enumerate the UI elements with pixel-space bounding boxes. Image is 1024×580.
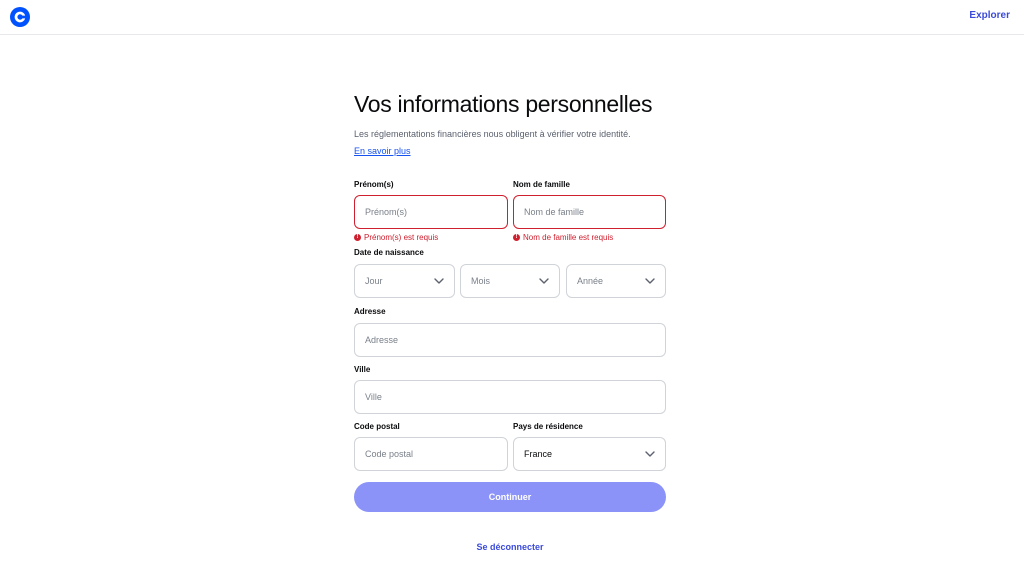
chevron-down-icon	[434, 278, 444, 284]
chevron-down-icon	[539, 278, 549, 284]
last-name-input[interactable]: Nom de famille	[513, 195, 666, 229]
birth-day-value: Jour	[365, 276, 383, 286]
explore-link[interactable]: Explorer	[969, 10, 1010, 21]
first-name-error: ! Prénom(s) est requis	[354, 233, 438, 242]
first-name-error-text: Prénom(s) est requis	[364, 233, 439, 242]
birth-date-label: Date de naissance	[354, 248, 424, 257]
birth-month-value: Mois	[471, 276, 491, 286]
city-placeholder: Ville	[365, 392, 382, 402]
birth-year-select[interactable]: Année	[566, 264, 666, 298]
chevron-down-icon	[645, 451, 655, 457]
postal-code-label: Code postal	[354, 422, 400, 431]
address-input[interactable]: Adresse	[354, 323, 666, 357]
error-circle-icon: !	[513, 234, 520, 241]
form-subtitle: Les réglementations financières nous obl…	[354, 129, 631, 139]
first-name-input[interactable]: Prénom(s)	[354, 195, 508, 229]
postal-code-input[interactable]: Code postal	[354, 437, 508, 471]
last-name-error: ! Nom de famille est requis	[513, 233, 613, 242]
coinbase-logo-icon[interactable]	[10, 7, 30, 27]
top-navigation-bar: Explorer	[0, 0, 1024, 35]
last-name-placeholder: Nom de famille	[524, 207, 585, 217]
first-name-placeholder: Prénom(s)	[365, 207, 408, 217]
address-label: Adresse	[354, 307, 386, 316]
city-input[interactable]: Ville	[354, 380, 666, 414]
birth-day-select[interactable]: Jour	[354, 264, 455, 298]
first-name-label: Prénom(s)	[354, 180, 394, 189]
continue-button[interactable]: Continuer	[354, 482, 666, 512]
chevron-down-icon	[645, 278, 655, 284]
postal-code-placeholder: Code postal	[365, 449, 414, 459]
learn-more-link[interactable]: En savoir plus	[354, 145, 411, 158]
country-label: Pays de résidence	[513, 422, 583, 431]
page-title: Vos informations personnelles	[354, 91, 653, 117]
address-placeholder: Adresse	[365, 335, 399, 345]
birth-month-select[interactable]: Mois	[460, 264, 560, 298]
logout-link[interactable]: Se déconnecter	[354, 542, 666, 552]
city-label: Ville	[354, 365, 371, 374]
country-select[interactable]: France	[513, 437, 666, 471]
birth-year-value: Année	[577, 276, 604, 286]
last-name-error-text: Nom de famille est requis	[523, 233, 614, 242]
error-circle-icon: !	[354, 234, 361, 241]
personal-info-form: Vos informations personnelles Les réglem…	[354, 90, 666, 552]
country-value: France	[524, 449, 553, 459]
last-name-label: Nom de famille	[513, 180, 570, 189]
